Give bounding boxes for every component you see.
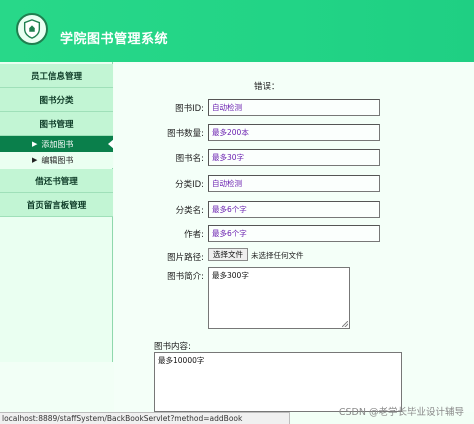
book-name-input[interactable]: 最多30字 — [208, 149, 380, 166]
sidebar-item-books[interactable]: 图书管理 — [0, 112, 113, 136]
error-label: 错误： — [254, 82, 280, 92]
category-name-label: 分类名: — [175, 206, 204, 216]
triangle-right-icon: ▶ — [32, 140, 38, 148]
intro-textarea[interactable]: 最多300字 — [208, 267, 350, 329]
category-id-input[interactable]: 自动检测 — [208, 175, 380, 192]
book-count-input[interactable]: 最多200本 — [208, 124, 380, 141]
category-name-input[interactable]: 最多6个字 — [208, 201, 380, 218]
content-text: 最多10000字 — [158, 356, 205, 365]
status-url: localhost:8889/staffSystem/BackBookServl… — [2, 414, 243, 423]
sidebar-subitem-add-book[interactable]: ▶ 添加图书 — [0, 136, 114, 152]
sidebar-subitem-edit-book[interactable]: ▶ 编辑图书 — [0, 152, 113, 168]
resize-handle-icon[interactable] — [342, 321, 348, 327]
category-id-label: 分类ID: — [175, 180, 204, 190]
content-textarea[interactable]: 最多10000字 — [154, 352, 402, 412]
book-name-label: 图书名: — [175, 154, 204, 164]
file-status-text: 未选择任何文件 — [251, 251, 304, 260]
sidebar-subitem-label: 编辑图书 — [41, 155, 74, 165]
image-path-label: 图片路径: — [167, 253, 204, 263]
browser-status-bar: localhost:8889/staffSystem/BackBookServl… — [0, 412, 290, 424]
book-id-input[interactable]: 自动检测 — [208, 99, 380, 116]
add-book-form: 错误： 图书ID: 自动检测 图书数量: 最多200本 图书名: 最多30字 分… — [114, 62, 474, 412]
choose-file-button[interactable]: 选择文件 — [208, 248, 248, 261]
book-count-label: 图书数量: — [167, 129, 204, 139]
sidebar-item-borrow[interactable]: 借还书管理 — [0, 169, 113, 193]
book-id-label: 图书ID: — [175, 104, 204, 114]
intro-text: 最多300字 — [212, 271, 249, 280]
sidebar-item-category[interactable]: 图书分类 — [0, 88, 113, 112]
watermark-text: CSDN @老学长毕业设计辅导 — [338, 407, 464, 418]
shield-badge-icon — [16, 13, 48, 45]
app-title: 学院图书管理系统 — [60, 32, 169, 47]
author-label: 作者: — [184, 230, 204, 240]
intro-label: 图书简介: — [167, 272, 204, 282]
sidebar-item-guestbook[interactable]: 首页留言板管理 — [0, 193, 113, 217]
content-label: 图书内容: — [154, 342, 191, 352]
triangle-right-icon: ▶ — [32, 156, 38, 164]
app-header: 学院图书管理系统 — [0, 0, 474, 62]
sidebar: 员工信息管理 图书分类 图书管理 ▶ 添加图书 ▶ 编辑图书 借还书管理 首页留… — [0, 62, 114, 362]
sidebar-subitem-label: 添加图书 — [41, 139, 74, 149]
sidebar-item-staff[interactable]: 员工信息管理 — [0, 64, 113, 88]
author-input[interactable]: 最多6个字 — [208, 225, 380, 242]
